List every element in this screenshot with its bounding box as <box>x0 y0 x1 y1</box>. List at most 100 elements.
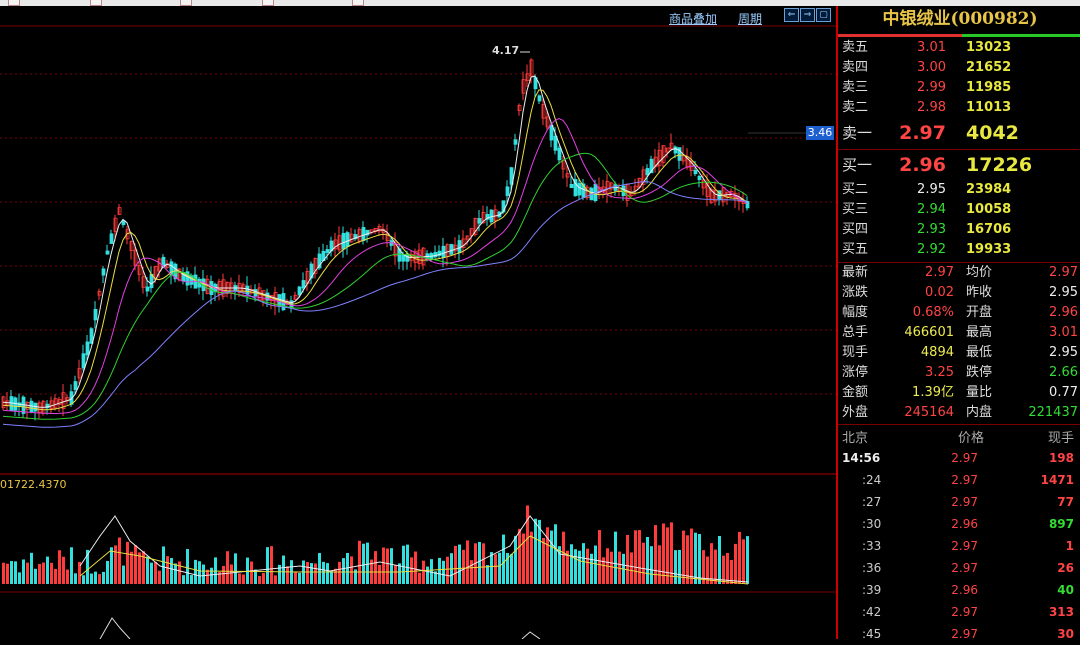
ask-label: 卖二 <box>842 100 869 115</box>
volume-bar <box>710 543 713 584</box>
candle-body <box>645 168 650 176</box>
ask-row[interactable]: 卖一 2.97 4042 <box>842 118 1078 148</box>
volume-bar <box>570 544 573 584</box>
tick-price: 2.97 <box>951 561 978 575</box>
bid-row[interactable]: 买四 2.93 16706 <box>842 220 1078 240</box>
ask-row[interactable]: 卖三 2.99 11985 <box>842 78 1078 98</box>
ask-label: 卖三 <box>842 80 869 95</box>
volume-bar <box>30 552 33 584</box>
candle-body <box>537 95 542 102</box>
volume-bar <box>518 528 521 584</box>
ask-row[interactable]: 卖四 3.00 21652 <box>842 58 1078 78</box>
candle-body <box>553 135 558 151</box>
volume-bar <box>678 549 681 584</box>
volume-bar <box>630 552 633 584</box>
volume-bar <box>266 547 269 584</box>
bid-row[interactable]: 买二 2.95 23984 <box>842 180 1078 200</box>
volume-bar <box>626 534 629 584</box>
period-button[interactable]: 周期 <box>738 10 762 27</box>
bid-row[interactable]: 买三 2.94 10058 <box>842 200 1078 220</box>
stat-label: 昨收 <box>966 285 993 300</box>
volume-bar <box>578 550 581 584</box>
volume-bar <box>646 537 649 584</box>
volume-bar <box>470 560 473 584</box>
volume-bar <box>738 531 741 584</box>
volume-bar <box>206 569 209 584</box>
volume-bar <box>430 559 433 584</box>
stat-value: 0.02 <box>925 285 954 300</box>
scroll-left-icon[interactable]: ⇐ <box>784 8 799 22</box>
indicator-line <box>99 617 131 639</box>
volume-bar <box>426 566 429 584</box>
stat-value: 3.25 <box>925 365 954 380</box>
volume-bar <box>634 530 637 584</box>
volume-bar <box>42 562 45 584</box>
stat-row: 涨跌 0.02 昨收 2.95 <box>842 283 1078 303</box>
stat-value: 2.66 <box>1049 365 1078 380</box>
volume-bar <box>46 556 49 584</box>
volume-bar <box>542 537 545 584</box>
ask-price: 2.97 <box>899 122 946 144</box>
candle-body <box>345 232 350 248</box>
tick-time: :45 <box>862 627 882 641</box>
volume-bar <box>386 548 389 584</box>
volume-bar <box>330 571 333 584</box>
stat-value: 2.95 <box>1049 345 1078 360</box>
volume-bar <box>402 545 405 584</box>
bid-row[interactable]: 买五 2.92 19933 <box>842 240 1078 260</box>
scroll-right-icon[interactable]: ⇒ <box>800 8 815 22</box>
ask-row[interactable]: 卖二 2.98 11013 <box>842 98 1078 118</box>
volume-bar <box>258 575 261 584</box>
volume-bar <box>90 573 93 584</box>
candle-body <box>101 268 106 276</box>
tick-volume: 897 <box>1048 517 1074 531</box>
volume-bar <box>110 547 113 584</box>
bid-price: 2.95 <box>917 182 946 197</box>
volume-bar <box>250 561 253 584</box>
volume-bar <box>590 553 593 584</box>
volume-bar <box>658 545 661 584</box>
bid-row[interactable]: 买一 2.96 17226 <box>842 150 1078 180</box>
kline-chart[interactable] <box>0 6 836 639</box>
volume-bar <box>74 573 77 584</box>
maximize-icon[interactable]: ▢ <box>816 8 831 22</box>
volume-bar <box>22 559 25 584</box>
volume-bar <box>534 518 537 584</box>
volume-bar <box>318 553 321 584</box>
stat-value: 466601 <box>904 325 954 340</box>
volume-bar <box>226 551 229 584</box>
candle-body <box>477 218 482 224</box>
tick-volume: 313 <box>1048 605 1074 619</box>
volume-bar <box>414 551 417 584</box>
candle-body <box>697 175 702 181</box>
stat-label: 现手 <box>842 345 869 360</box>
volume-bar <box>526 505 529 584</box>
bid-label: 买二 <box>842 182 869 197</box>
stat-value: 1.39亿 <box>912 385 954 400</box>
volume-bar <box>186 548 189 584</box>
candle-body <box>577 182 582 196</box>
chart-area[interactable] <box>0 6 836 639</box>
candle-body <box>85 341 90 356</box>
volume-bar <box>670 522 673 584</box>
volume-bar <box>418 572 421 584</box>
overlay-button[interactable]: 商品叠加 <box>669 10 717 27</box>
ask-label: 卖四 <box>842 60 869 75</box>
stat-label: 内盘 <box>966 405 993 420</box>
volume-bar <box>586 548 589 584</box>
volume-bar <box>350 556 353 584</box>
tick-volume: 198 <box>1048 451 1074 465</box>
tick-row: :36 2.97 26 <box>842 557 1078 579</box>
stat-label: 幅度 <box>842 305 869 320</box>
volume-bar <box>282 555 285 584</box>
ask-row[interactable]: 卖五 3.01 13023 <box>842 38 1078 58</box>
volume-bar <box>338 561 341 584</box>
tick-volume: 77 <box>1057 495 1074 509</box>
volume-bar <box>194 559 197 584</box>
tick-volume: 1 <box>1065 539 1074 553</box>
stat-label: 均价 <box>966 265 993 280</box>
volume-bar <box>494 554 497 584</box>
volume-bar <box>310 563 313 584</box>
volume-bar <box>734 543 737 584</box>
stat-value: 0.68% <box>912 305 954 320</box>
